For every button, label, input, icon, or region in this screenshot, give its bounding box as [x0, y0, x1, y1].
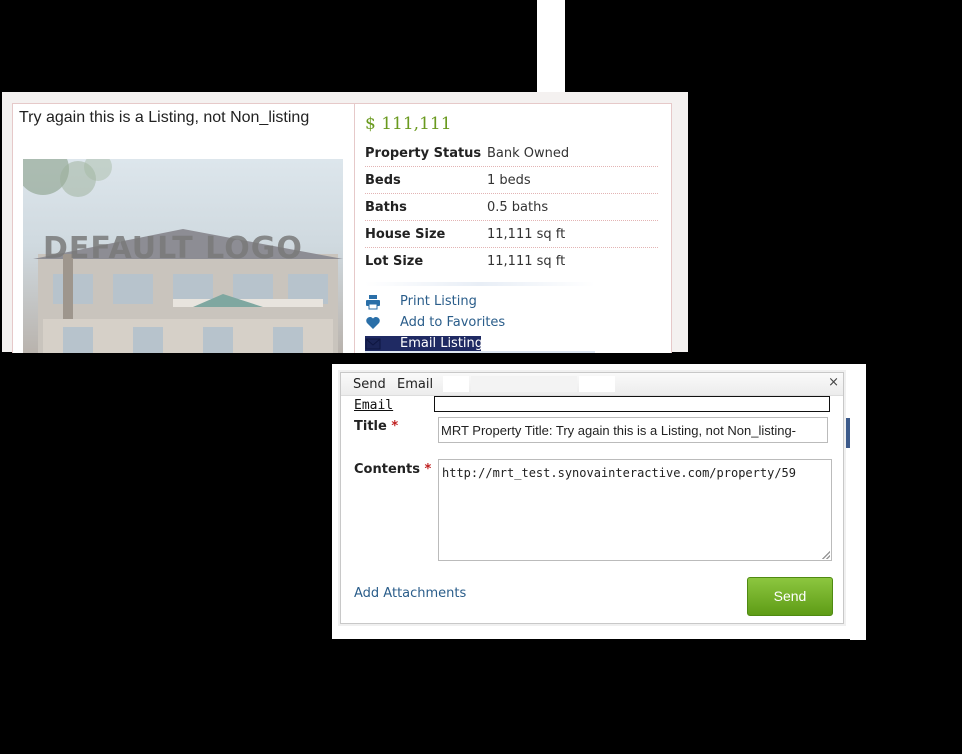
detail-label: Beds — [365, 173, 401, 188]
listing-panel: Try again this is a Listing, not Non_lis… — [2, 92, 688, 353]
dialog-edge — [850, 366, 866, 640]
listing-summary: Try again this is a Listing, not Non_lis… — [12, 103, 355, 353]
divider — [365, 282, 595, 286]
detail-label: Property Status — [365, 146, 482, 161]
default-logo-watermark: DEFAULT LOGO — [43, 231, 303, 266]
add-attachments-link[interactable]: Add Attachments — [354, 586, 466, 601]
contents-label-text: Contents — [354, 462, 420, 477]
add-to-favorites-label: Add to Favorites — [400, 315, 506, 330]
detail-value: 0.5 baths — [487, 200, 549, 215]
contents-label: Contents * — [354, 462, 431, 477]
dialog-title-email: Email — [397, 377, 434, 392]
contents-text: http://mrt_test.synovainteractive.com/pr… — [442, 466, 797, 480]
heart-icon — [366, 317, 380, 329]
email-field[interactable] — [434, 396, 830, 412]
titlebar-blank — [443, 376, 469, 392]
listing-photo[interactable]: DEFAULT LOGO — [23, 159, 343, 353]
detail-row-house-size: House Size 11,111 sq ft — [365, 221, 658, 248]
divider — [365, 351, 595, 353]
email-label: Email — [354, 398, 394, 413]
top-white-strip — [537, 0, 565, 92]
detail-value: 11,111 sq ft — [487, 254, 566, 269]
email-listing-link[interactable]: Email Listing — [365, 336, 484, 352]
titlebar-blank — [471, 376, 577, 392]
email-listing-label: Email Listing — [400, 336, 484, 351]
title-field[interactable]: MRT Property Title: Try again this is a … — [438, 417, 828, 443]
detail-label: House Size — [365, 227, 446, 242]
detail-row-baths: Baths 0.5 baths — [365, 194, 658, 221]
listing-details: $ 111,111 Property Status Bank Owned Bed… — [354, 103, 672, 353]
envelope-icon — [365, 338, 381, 350]
detail-label: Lot Size — [365, 254, 424, 269]
edge-mark — [846, 418, 850, 448]
send-button[interactable]: Send — [747, 577, 833, 616]
titlebar-blank — [579, 376, 615, 392]
detail-value: 11,111 sq ft — [487, 227, 566, 242]
detail-row-beds: Beds 1 beds — [365, 167, 658, 194]
title-label: Title * — [354, 419, 398, 434]
listing-title: Try again this is a Listing, not Non_lis… — [19, 109, 310, 126]
title-label-text: Title — [354, 419, 387, 434]
detail-value: 1 beds — [487, 173, 531, 188]
send-email-dialog: Send Email × Email Title * MRT Property … — [340, 372, 844, 624]
printer-icon — [366, 295, 380, 310]
close-button[interactable]: × — [828, 375, 839, 390]
detail-row-property-status: Property Status Bank Owned — [365, 140, 658, 167]
print-listing-label: Print Listing — [400, 294, 477, 309]
contents-textarea[interactable]: http://mrt_test.synovainteractive.com/pr… — [438, 459, 832, 561]
listing-price: $ 111,111 — [365, 114, 452, 134]
dialog-titlebar[interactable]: Send Email × — [341, 373, 843, 396]
required-marker: * — [391, 419, 399, 434]
detail-value: Bank Owned — [487, 146, 570, 161]
dialog-title-send: Send — [353, 377, 386, 392]
detail-label: Baths — [365, 200, 407, 215]
required-marker: * — [424, 462, 432, 477]
detail-row-lot-size: Lot Size 11,111 sq ft — [365, 248, 658, 274]
resize-handle[interactable] — [822, 551, 830, 559]
